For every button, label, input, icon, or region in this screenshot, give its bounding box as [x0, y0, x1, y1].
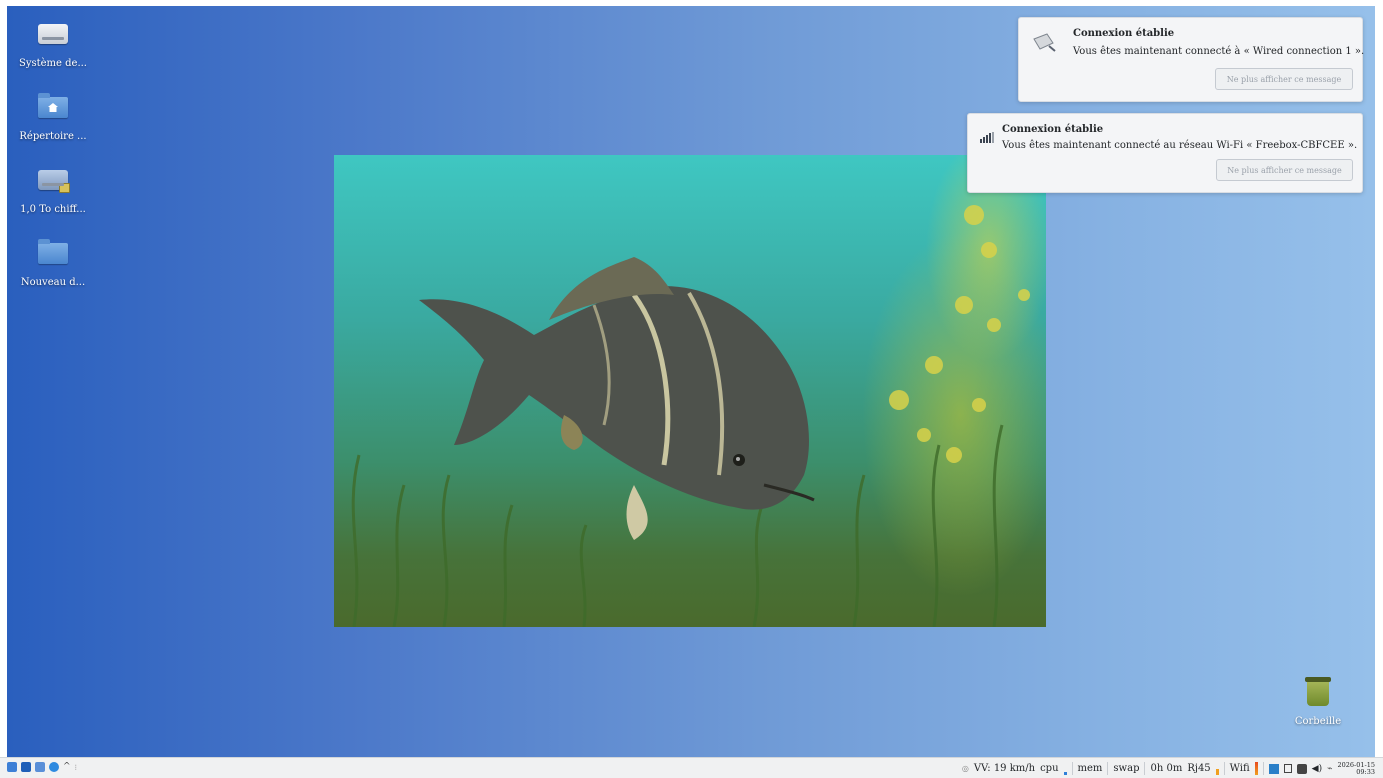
ethernet-icon — [1031, 31, 1057, 53]
network-icon[interactable]: ⌁ — [1327, 764, 1332, 774]
volume-icon[interactable]: ◀) — [1312, 764, 1322, 774]
notification-body: Vous êtes maintenant connecté à « Wired … — [1073, 46, 1365, 57]
trash-icon — [1305, 677, 1331, 706]
clock[interactable]: 2026-01-15 09:33 — [1338, 761, 1375, 776]
desktop-icon-trash[interactable]: Corbeille — [1288, 677, 1348, 727]
wallpaper-photo — [334, 155, 1046, 627]
monitor-icon[interactable] — [1268, 763, 1279, 774]
grip-icon: ⁝ — [74, 762, 78, 772]
trash-label: Corbeille — [1294, 716, 1342, 727]
cpu-label[interactable]: cpu — [1040, 763, 1058, 774]
desktop-icon-label: Système de... — [18, 58, 87, 69]
clock-time: 09:33 — [1356, 767, 1375, 776]
encrypted-drive-icon — [36, 166, 70, 194]
cpu-bar — [1063, 772, 1067, 775]
wifi-bar — [1254, 762, 1258, 775]
hard-drive-icon — [36, 20, 70, 48]
desktop-icon-label: Répertoire ... — [19, 131, 87, 142]
rj45-label[interactable]: Rj45 — [1187, 763, 1210, 774]
browser-icon[interactable] — [49, 762, 59, 772]
chevron-up-icon[interactable]: ^ — [63, 762, 71, 772]
eye-icon: ◎ — [961, 764, 969, 773]
show-desktop-icon[interactable] — [21, 762, 31, 772]
app-menu-icon[interactable] — [7, 762, 17, 772]
notification-wifi: Connexion établie Vous êtes maintenant c… — [967, 113, 1363, 193]
rj45-bar — [1215, 769, 1219, 775]
desktop-icon-encrypted-drive[interactable]: 1,0 To chiff... — [11, 166, 95, 215]
printer-icon[interactable] — [1296, 763, 1307, 774]
system-tray: ◎ VV: 19 km/h cpu mem swap 0h 0m Rj45 Wi… — [962, 760, 1375, 777]
notification-title: Connexion établie — [1002, 124, 1104, 135]
desktop-icon-new-folder[interactable]: Nouveau d... — [11, 239, 95, 288]
file-manager-icon[interactable] — [35, 762, 45, 772]
wifi-signal-icon — [980, 128, 994, 143]
notification-wired: Connexion établie Vous êtes maintenant c… — [1018, 17, 1365, 102]
dont-show-again-button[interactable]: Ne plus afficher ce message — [1216, 159, 1353, 181]
speed-readout: VV: 19 km/h — [973, 763, 1036, 774]
desktop: Système de... Répertoire ... 1,0 To chif… — [7, 6, 1375, 757]
uptime-label: 0h 0m — [1150, 763, 1183, 774]
swap-label[interactable]: swap — [1113, 763, 1139, 774]
clipboard-icon[interactable] — [1283, 764, 1292, 773]
desktop-icon-system[interactable]: Système de... — [11, 20, 95, 69]
notification-body: Vous êtes maintenant connecté au réseau … — [1002, 140, 1358, 151]
notification-title: Connexion établie — [1073, 28, 1175, 39]
taskbar-launchers: ^ ⁝ — [7, 762, 77, 772]
mem-label[interactable]: mem — [1078, 763, 1103, 774]
desktop-icon-label: 1,0 To chiff... — [20, 204, 86, 215]
desktop-icon-home[interactable]: Répertoire ... — [11, 93, 95, 142]
home-folder-icon — [36, 93, 70, 121]
folder-icon — [36, 239, 70, 267]
dont-show-again-button[interactable]: Ne plus afficher ce message — [1215, 68, 1353, 90]
desktop-icon-label: Nouveau d... — [20, 277, 86, 288]
taskbar: ^ ⁝ ◎ VV: 19 km/h cpu mem swap 0h 0m Rj4… — [0, 757, 1383, 778]
wifi-label[interactable]: Wifi — [1230, 763, 1250, 774]
